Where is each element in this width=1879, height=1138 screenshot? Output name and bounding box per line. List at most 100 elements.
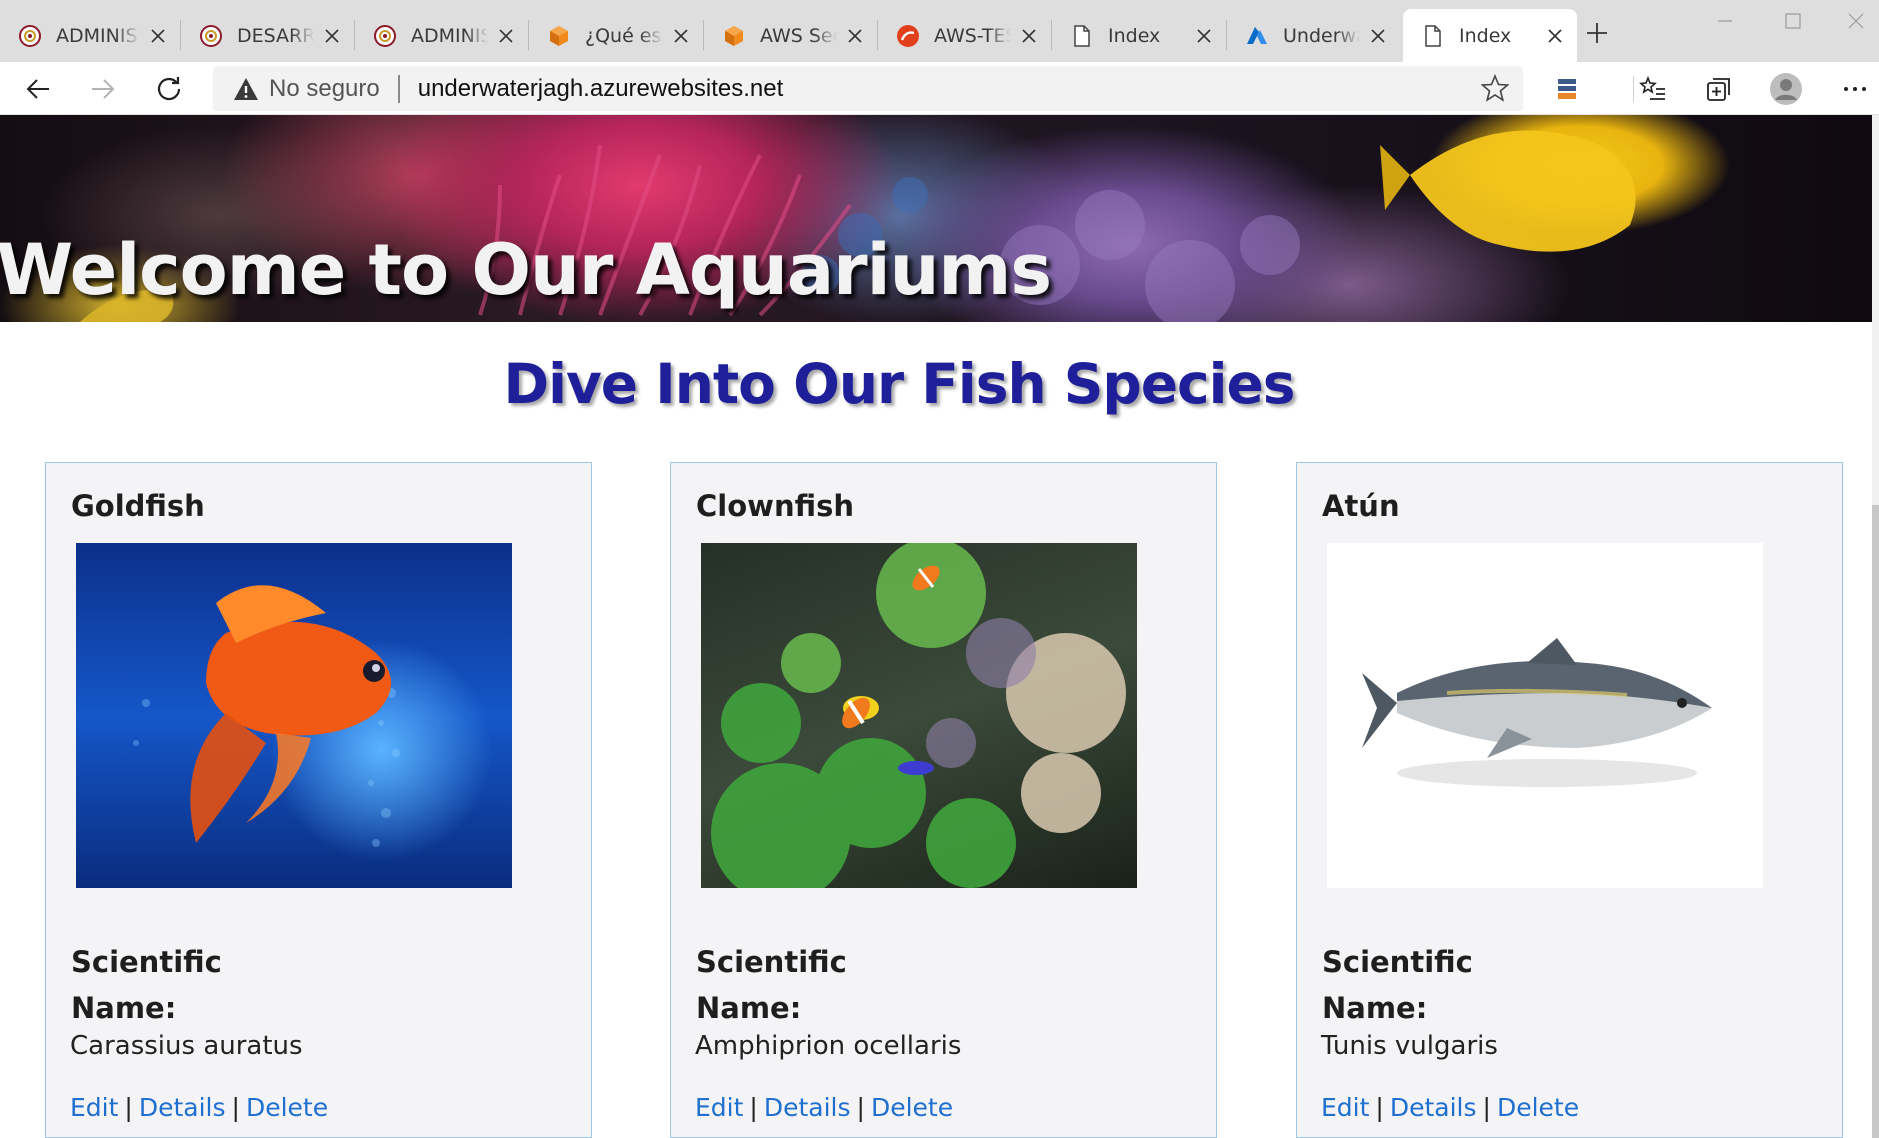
tab-title: ¿Qué es DynamoDB bbox=[585, 24, 663, 47]
browser-tab[interactable]: Underwater bbox=[1227, 9, 1400, 62]
fish-name: Atún bbox=[1322, 489, 1400, 523]
close-tab-icon[interactable] bbox=[146, 24, 170, 48]
details-link[interactable]: Details bbox=[764, 1093, 851, 1122]
extension-button[interactable] bbox=[1548, 70, 1586, 108]
edit-link[interactable]: Edit bbox=[695, 1093, 743, 1122]
browser-tab[interactable]: AWS-TEST bbox=[878, 9, 1051, 62]
fish-name: Goldfish bbox=[71, 489, 205, 523]
close-window-button[interactable] bbox=[1838, 6, 1874, 36]
scientific-name-label: Scientific Name: bbox=[696, 945, 847, 1025]
collections-button[interactable] bbox=[1700, 70, 1738, 108]
scrollbar-thumb[interactable] bbox=[1872, 505, 1879, 1138]
collections-icon bbox=[1707, 78, 1730, 101]
browser-tab[interactable]: ADMINISTRACIÓN bbox=[355, 9, 528, 62]
scientific-name-label: Scientific Name: bbox=[1322, 945, 1473, 1025]
warning-icon bbox=[234, 77, 258, 100]
scientific-name-label: Scientific Name: bbox=[71, 945, 222, 1025]
tab-title: DESARROLLO bbox=[237, 24, 314, 47]
browser-tab[interactable]: ADMINISTRACIÓN bbox=[0, 9, 180, 62]
scientific-name-value: Tunis vulgaris bbox=[1321, 1031, 1498, 1061]
close-tab-icon[interactable] bbox=[494, 24, 518, 48]
security-status-label[interactable]: No seguro bbox=[269, 75, 380, 103]
address-bar[interactable]: No seguro underwaterjagh.azurewebsites.n… bbox=[213, 66, 1523, 111]
fish-card: Goldfish Scientific Name: Carassius aura… bbox=[45, 462, 592, 1138]
link-divider: | bbox=[124, 1093, 133, 1122]
minimize-icon bbox=[1718, 20, 1732, 22]
close-tab-icon[interactable] bbox=[1543, 24, 1567, 48]
forward-button[interactable] bbox=[84, 70, 122, 108]
close-icon bbox=[1848, 13, 1864, 29]
link-divider: | bbox=[231, 1093, 240, 1122]
goldfish-photo bbox=[76, 543, 512, 888]
favorites-button[interactable] bbox=[1634, 70, 1672, 108]
university-seal-icon bbox=[199, 24, 223, 48]
browser-tab-active[interactable]: Index bbox=[1403, 9, 1577, 62]
browser-tab[interactable]: DESARROLLO bbox=[181, 9, 354, 62]
scientific-name-value: Carassius auratus bbox=[70, 1031, 303, 1061]
edit-link[interactable]: Edit bbox=[70, 1093, 118, 1122]
minimize-window-button[interactable] bbox=[1707, 6, 1743, 36]
link-divider: | bbox=[1482, 1093, 1491, 1122]
hero-title: Welcome to Our Aquariums bbox=[0, 229, 1052, 311]
url-text[interactable]: underwaterjagh.azurewebsites.net bbox=[418, 75, 784, 103]
scientific-name-value: Amphiprion ocellaris bbox=[695, 1031, 962, 1061]
close-tab-icon[interactable] bbox=[669, 24, 693, 48]
delete-link[interactable]: Delete bbox=[246, 1093, 328, 1122]
settings-menu-button[interactable] bbox=[1836, 70, 1874, 108]
close-tab-icon[interactable] bbox=[1017, 24, 1041, 48]
close-tab-icon[interactable] bbox=[1366, 24, 1390, 48]
clownfish-reef-photo bbox=[701, 543, 1137, 888]
arrow-right-icon bbox=[92, 79, 115, 99]
profile-button[interactable] bbox=[1767, 70, 1805, 108]
link-divider: | bbox=[749, 1093, 758, 1122]
browser-tab[interactable]: ¿Qué es DynamoDB bbox=[529, 9, 703, 62]
details-link[interactable]: Details bbox=[1390, 1093, 1477, 1122]
fish-actions: Edit | Details | Delete bbox=[695, 1093, 953, 1122]
edit-link[interactable]: Edit bbox=[1321, 1093, 1369, 1122]
more-dots-icon bbox=[1844, 87, 1866, 91]
page-icon bbox=[1421, 24, 1445, 48]
browser-tab[interactable]: AWS Security bbox=[704, 9, 877, 62]
university-seal-icon bbox=[373, 24, 397, 48]
refresh-icon bbox=[157, 77, 181, 101]
star-icon[interactable] bbox=[1481, 74, 1509, 102]
maximize-icon bbox=[1785, 13, 1801, 29]
avatar-icon bbox=[1770, 73, 1802, 105]
browser-tab[interactable]: Index bbox=[1052, 9, 1226, 62]
details-link[interactable]: Details bbox=[139, 1093, 226, 1122]
tuna-photo bbox=[1327, 543, 1763, 888]
aws-orange-cube-icon bbox=[547, 24, 571, 48]
tab-title: ADMINISTRACIÓN bbox=[411, 24, 488, 47]
page-icon bbox=[1070, 24, 1094, 48]
fish-card: Clownfish Scientific Name: Amphiprion oc… bbox=[670, 462, 1217, 1138]
fish-name: Clownfish bbox=[696, 489, 854, 523]
stack-icon bbox=[1558, 79, 1576, 99]
back-button[interactable] bbox=[19, 70, 57, 108]
link-divider: | bbox=[1375, 1093, 1384, 1122]
browser-toolbar: No seguro underwaterjagh.azurewebsites.n… bbox=[0, 62, 1879, 115]
fish-actions: Edit | Details | Delete bbox=[1321, 1093, 1579, 1122]
close-tab-icon[interactable] bbox=[1192, 24, 1216, 48]
azure-icon bbox=[1245, 24, 1269, 48]
tab-title: Underwater bbox=[1283, 24, 1360, 47]
red-swirl-icon bbox=[896, 24, 920, 48]
yellow-tang-fish bbox=[1410, 130, 1636, 252]
close-tab-icon[interactable] bbox=[320, 24, 344, 48]
plus-icon bbox=[1587, 23, 1607, 43]
maximize-window-button[interactable] bbox=[1775, 6, 1811, 36]
delete-link[interactable]: Delete bbox=[1497, 1093, 1579, 1122]
address-separator bbox=[397, 74, 400, 103]
link-divider: | bbox=[856, 1093, 865, 1122]
tab-title: Index bbox=[1459, 24, 1512, 47]
university-seal-icon bbox=[18, 24, 42, 48]
tab-title: ADMINISTRACIÓN bbox=[56, 24, 140, 47]
new-tab-button[interactable] bbox=[1580, 16, 1614, 50]
delete-link[interactable]: Delete bbox=[871, 1093, 953, 1122]
fish-actions: Edit | Details | Delete bbox=[70, 1093, 328, 1122]
section-title: Dive Into Our Fish Species bbox=[503, 352, 1295, 416]
favorites-star-list-icon bbox=[1639, 75, 1665, 100]
tab-title: AWS Security bbox=[760, 24, 837, 47]
refresh-button[interactable] bbox=[150, 70, 188, 108]
arrow-left-icon bbox=[26, 79, 49, 99]
close-tab-icon[interactable] bbox=[843, 24, 867, 48]
